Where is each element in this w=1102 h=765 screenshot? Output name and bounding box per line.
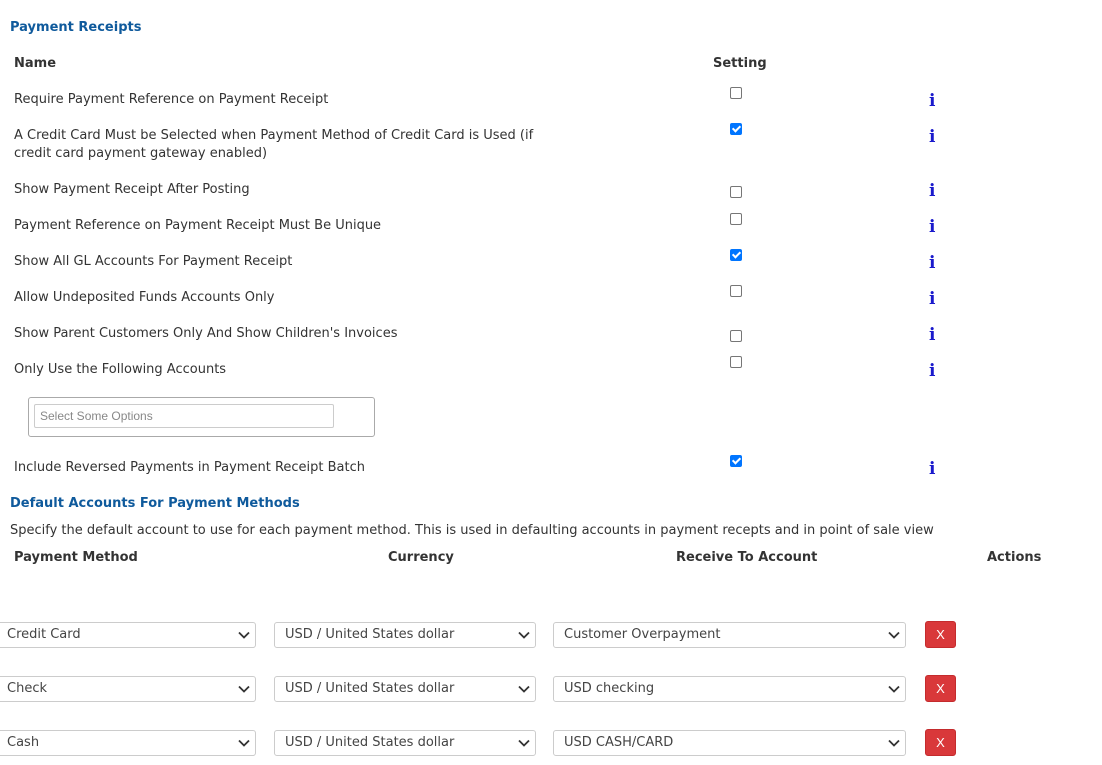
- chevron-down-icon: [238, 739, 250, 747]
- setting-label-credit-card-required: A Credit Card Must be Selected when Paym…: [14, 128, 534, 161]
- receive-account-select[interactable]: USD CASH/CARD: [553, 730, 906, 756]
- currency-select[interactable]: USD / United States dollar: [274, 676, 536, 702]
- setting-label-undeposited-funds-only: Allow Undeposited Funds Accounts Only: [14, 290, 275, 305]
- payment-method-select[interactable]: Cash: [0, 730, 256, 756]
- currency-value: USD / United States dollar: [285, 627, 455, 642]
- info-icon[interactable]: i: [929, 92, 935, 110]
- delete-row-button[interactable]: X: [925, 729, 956, 756]
- info-icon[interactable]: i: [929, 254, 935, 272]
- receive-account-value: USD checking: [564, 681, 655, 696]
- setting-label-parent-customers-only: Show Parent Customers Only And Show Chil…: [14, 326, 398, 341]
- chevron-down-icon: [518, 685, 530, 693]
- info-icon[interactable]: i: [929, 128, 935, 146]
- setting-checkbox-reference-unique[interactable]: [730, 213, 742, 225]
- receive-account-value: USD CASH/CARD: [564, 735, 674, 750]
- currency-select[interactable]: USD / United States dollar: [274, 622, 536, 648]
- setting-checkbox-show-all-gl-accounts[interactable]: [730, 249, 742, 261]
- setting-label-only-use-following-accounts: Only Use the Following Accounts: [14, 362, 227, 377]
- setting-label-include-reversed-payments: Include Reversed Payments in Payment Rec…: [14, 460, 365, 475]
- currency-column-header: Currency: [388, 550, 454, 565]
- info-icon[interactable]: i: [929, 290, 935, 308]
- setting-label-reference-unique: Payment Reference on Payment Receipt Mus…: [14, 218, 382, 233]
- info-icon[interactable]: i: [929, 182, 935, 200]
- setting-checkbox-credit-card-required[interactable]: [730, 123, 742, 135]
- accounts-multiselect-input[interactable]: Select Some Options: [34, 404, 334, 428]
- info-icon[interactable]: i: [929, 460, 935, 478]
- info-icon[interactable]: i: [929, 218, 935, 236]
- setting-label-show-receipt-after-posting: Show Payment Receipt After Posting: [14, 182, 250, 197]
- accounts-multiselect[interactable]: Select Some Options: [28, 397, 375, 437]
- default-accounts-title: Default Accounts For Payment Methods: [10, 496, 300, 511]
- setting-checkbox-show-receipt-after-posting[interactable]: [730, 186, 742, 198]
- payment-method-select[interactable]: Credit Card: [0, 622, 256, 648]
- setting-checkbox-include-reversed-payments[interactable]: [730, 455, 742, 467]
- chevron-down-icon: [888, 739, 900, 747]
- info-icon[interactable]: i: [929, 362, 935, 380]
- payment-method-column-header: Payment Method: [14, 550, 138, 565]
- name-column-header: Name: [14, 56, 57, 71]
- setting-checkbox-parent-customers-only[interactable]: [730, 330, 742, 342]
- setting-column-header: Setting: [713, 56, 767, 71]
- currency-value: USD / United States dollar: [285, 735, 455, 750]
- setting-checkbox-undeposited-funds-only[interactable]: [730, 285, 742, 297]
- setting-label-show-all-gl-accounts: Show All GL Accounts For Payment Receipt: [14, 254, 293, 269]
- delete-row-button[interactable]: X: [925, 675, 956, 702]
- payment-receipts-title: Payment Receipts: [10, 20, 142, 35]
- receive-to-account-column-header: Receive To Account: [676, 550, 818, 565]
- receive-account-select[interactable]: USD checking: [553, 676, 906, 702]
- currency-select[interactable]: USD / United States dollar: [274, 730, 536, 756]
- currency-value: USD / United States dollar: [285, 681, 455, 696]
- chevron-down-icon: [888, 685, 900, 693]
- chevron-down-icon: [888, 631, 900, 639]
- payment-method-select[interactable]: Check: [0, 676, 256, 702]
- setting-checkbox-require-payment-reference[interactable]: [730, 87, 742, 99]
- payment-method-value: Check: [7, 681, 47, 696]
- receive-account-select[interactable]: Customer Overpayment: [553, 622, 906, 648]
- default-accounts-description: Specify the default account to use for e…: [10, 523, 934, 538]
- info-icon[interactable]: i: [929, 326, 935, 344]
- chevron-down-icon: [518, 739, 530, 747]
- delete-row-button[interactable]: X: [925, 621, 956, 648]
- receive-account-value: Customer Overpayment: [564, 627, 721, 642]
- payment-method-value: Credit Card: [7, 627, 81, 642]
- setting-checkbox-only-use-following-accounts[interactable]: [730, 356, 742, 368]
- setting-label-require-payment-reference: Require Payment Reference on Payment Rec…: [14, 92, 329, 107]
- chevron-down-icon: [518, 631, 530, 639]
- payment-method-value: Cash: [7, 735, 40, 750]
- chevron-down-icon: [238, 631, 250, 639]
- chevron-down-icon: [238, 685, 250, 693]
- actions-column-header: Actions: [987, 550, 1042, 565]
